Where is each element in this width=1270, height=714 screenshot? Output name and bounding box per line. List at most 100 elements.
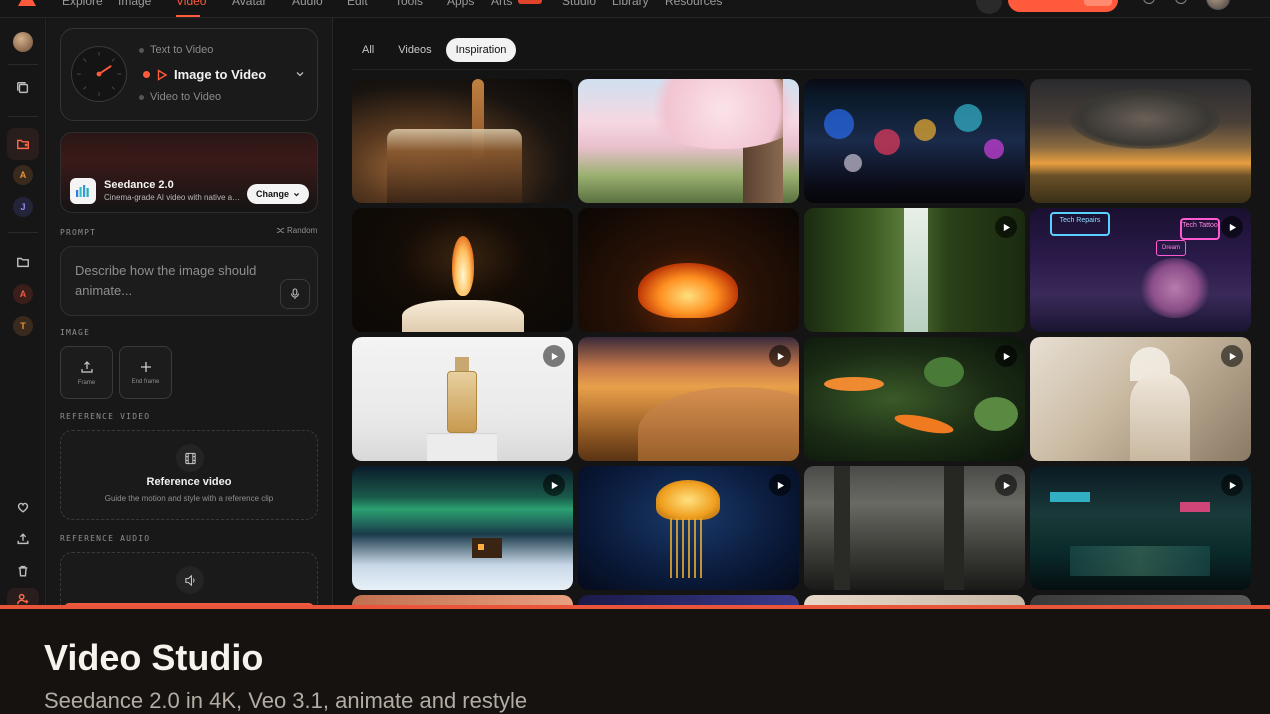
gallery-tile-candle-flame[interactable]: [352, 208, 573, 332]
microphone-icon[interactable]: [280, 279, 310, 309]
mode-option-text-to-video[interactable]: Text to Video: [139, 44, 213, 56]
neon-sign: Dream: [1156, 240, 1186, 256]
play-icon[interactable]: [769, 345, 791, 367]
bell-icon[interactable]: [1143, 0, 1155, 4]
generation-panel: Text to Video Image to Video Video to Vi…: [47, 18, 333, 608]
projects-icon[interactable]: [11, 76, 35, 100]
folder-add-icon[interactable]: [7, 128, 39, 160]
play-icon[interactable]: [995, 474, 1017, 496]
gallery-tile-neon-alley[interactable]: Tech Repairs Tech Tattoo Dream: [1030, 208, 1251, 332]
gallery-tile-coffee-pour[interactable]: [352, 79, 573, 203]
gallery-tile-jellyfish[interactable]: [578, 466, 799, 590]
gallery-tile-storm-supercell[interactable]: [1030, 79, 1251, 203]
random-prompt-button[interactable]: Random: [276, 226, 317, 235]
gallery-tile-aurora-cabin[interactable]: [352, 466, 573, 590]
mode-option-image-to-video[interactable]: Image to Video: [143, 67, 266, 82]
user-avatar[interactable]: [13, 32, 33, 52]
tab-all[interactable]: All: [352, 38, 384, 62]
play-icon[interactable]: [769, 474, 791, 496]
image-label: IMAGE: [60, 328, 91, 337]
rail-divider: [8, 64, 38, 65]
tab-videos[interactable]: Videos: [388, 38, 441, 62]
trash-icon[interactable]: [11, 559, 35, 583]
banner-subtitle: Seedance 2.0 in 4K, Veo 3.1, animate and…: [44, 688, 528, 713]
nav-studio[interactable]: Studio: [562, 0, 596, 8]
nav-resources[interactable]: Resources: [665, 0, 722, 8]
play-icon[interactable]: [995, 345, 1017, 367]
folder-icon[interactable]: [11, 250, 35, 274]
nav-tools[interactable]: Tools: [395, 0, 423, 8]
gallery-tile-marble-statue[interactable]: [1030, 337, 1251, 461]
reference-audio-dropzone[interactable]: [60, 552, 318, 608]
change-model-button[interactable]: Change: [247, 184, 309, 204]
mode-option-video-to-video[interactable]: Video to Video: [139, 91, 221, 103]
new-badge: [518, 0, 542, 4]
workspace-avatar[interactable]: A: [13, 165, 33, 185]
left-rail: A J A T: [0, 18, 46, 610]
gallery-tile-perfume-bottle[interactable]: [352, 337, 573, 461]
model-logo-icon: [70, 178, 96, 204]
play-outline-icon: [157, 68, 168, 81]
shuffle-icon: [276, 228, 285, 233]
workspace-avatar[interactable]: T: [13, 316, 33, 336]
model-name: Seedance 2.0: [104, 179, 174, 191]
reference-video-title: Reference video: [146, 476, 232, 488]
notification-icon[interactable]: [1175, 0, 1187, 4]
gallery-tile-koi-pond[interactable]: [804, 337, 1025, 461]
reference-video-label: REFERENCE VIDEO: [60, 412, 151, 421]
prompt-input[interactable]: Describe how the image should animate...: [60, 246, 318, 316]
nav-explore[interactable]: Explore: [62, 0, 103, 8]
nav-avatar[interactable]: Avatar: [232, 0, 266, 8]
workspace-avatar[interactable]: J: [13, 197, 33, 217]
gallery-tile-misty-forest[interactable]: [804, 466, 1025, 590]
model-card: Seedance 2.0 Cinema-grade AI video with …: [60, 132, 318, 213]
nav-edit[interactable]: Edit: [347, 0, 368, 8]
reference-video-dropzone[interactable]: Reference video Guide the motion and sty…: [60, 430, 318, 520]
play-icon[interactable]: [543, 345, 565, 367]
tab-inspiration[interactable]: Inspiration: [445, 38, 517, 62]
play-icon[interactable]: [543, 474, 565, 496]
upload-icon: [80, 360, 93, 373]
banner-title: Video Studio: [44, 637, 264, 678]
nav-apps[interactable]: Apps: [447, 0, 474, 8]
app-logo-icon[interactable]: [18, 0, 36, 6]
gallery-area: All Videos Inspiration Tech Repairs Tech…: [334, 18, 1270, 608]
nav-image[interactable]: Image: [118, 0, 151, 8]
workspace-avatar[interactable]: A: [13, 284, 33, 304]
filter-tabs: All Videos Inspiration: [352, 38, 517, 62]
nav-arts[interactable]: Arts: [491, 0, 512, 8]
heart-icon[interactable]: [11, 495, 35, 519]
gallery-tile-neon-street-night[interactable]: [1030, 466, 1251, 590]
end-frame-upload[interactable]: End frame: [119, 346, 172, 399]
nav-library[interactable]: Library: [612, 0, 649, 8]
film-icon: [176, 444, 204, 472]
gallery-tile-cherry-blossom[interactable]: [578, 79, 799, 203]
neon-sign: Tech Repairs: [1050, 212, 1110, 236]
prompt-placeholder: Describe how the image should animate...: [75, 263, 257, 298]
play-icon[interactable]: [1221, 216, 1243, 238]
top-nav: Explore Image Video Avatar Audio Edit To…: [0, 0, 1270, 18]
start-frame-upload[interactable]: Frame: [60, 346, 113, 399]
play-icon[interactable]: [995, 216, 1017, 238]
nav-audio[interactable]: Audio: [292, 0, 323, 8]
plus-icon: [140, 361, 151, 372]
upload-icon[interactable]: [11, 527, 35, 551]
upgrade-badge: [1084, 0, 1112, 6]
rail-divider: [8, 116, 38, 117]
mode-selector[interactable]: Text to Video Image to Video Video to Vi…: [60, 28, 318, 121]
play-icon[interactable]: [1221, 474, 1243, 496]
rail-divider: [8, 232, 38, 233]
mode-dial-icon: [71, 46, 127, 102]
play-icon[interactable]: [1221, 345, 1243, 367]
nav-video[interactable]: Video: [176, 0, 206, 8]
reference-audio-label: REFERENCE AUDIO: [60, 534, 151, 543]
selected-dot: [143, 71, 150, 78]
studio-banner: Video Studio Seedance 2.0 in 4K, Veo 3.1…: [0, 605, 1270, 714]
gallery-tile-desert-dunes[interactable]: [578, 337, 799, 461]
gallery-tile-campfire[interactable]: [578, 208, 799, 332]
gallery-tile-forest-waterfall[interactable]: [804, 208, 1025, 332]
search-icon[interactable]: [976, 0, 1002, 14]
user-avatar[interactable]: [1206, 0, 1230, 10]
chevron-down-icon: [296, 72, 304, 77]
gallery-tile-rainy-window-bokeh[interactable]: [804, 79, 1025, 203]
